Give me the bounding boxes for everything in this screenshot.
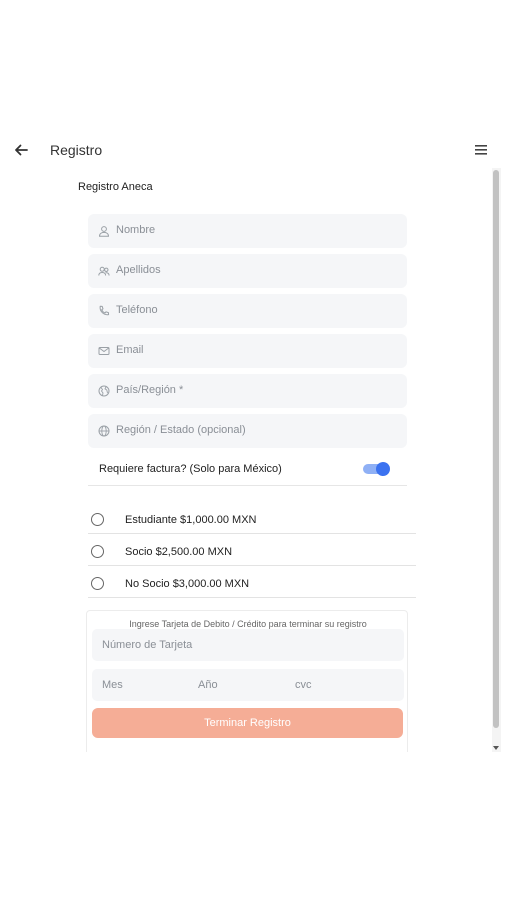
email-placeholder: Email (116, 344, 144, 356)
cvc-input[interactable]: cvc (295, 679, 312, 691)
app-window: Registro Registro Aneca Nombre Apellidos (3, 132, 501, 752)
arrow-left-icon[interactable] (12, 141, 30, 159)
submit-registration-button[interactable]: Terminar Registro (92, 708, 403, 738)
card-number-field[interactable]: Número de Tarjeta (92, 629, 404, 661)
invoice-toggle-label: Requiere factura? (Solo para México) (99, 463, 282, 475)
first-name-placeholder: Nombre (116, 224, 156, 236)
country-field[interactable]: País/Región * (88, 374, 407, 408)
scrollbar-thumb[interactable] (493, 170, 499, 728)
month-input[interactable]: Mes (102, 679, 123, 691)
app-header: Registro (3, 132, 501, 168)
option-label: No Socio $3,000.00 MXN (125, 578, 250, 590)
card-expiry-cvc-row: Mes Año cvc (92, 669, 404, 701)
year-input[interactable]: Año (198, 679, 218, 691)
last-name-placeholder: Apellidos (116, 264, 161, 276)
hamburger-menu-icon[interactable] (473, 143, 489, 157)
last-name-field[interactable]: Apellidos (88, 254, 407, 288)
phone-icon (99, 305, 110, 316)
option-label: Estudiante $1,000.00 MXN (125, 514, 257, 526)
invoice-toggle-switch[interactable] (363, 462, 390, 476)
radio-button[interactable] (91, 545, 104, 558)
page-title: Registro (50, 142, 103, 158)
invoice-toggle-row: Requiere factura? (Solo para México) (88, 450, 407, 486)
payment-caption: Ingrese Tarjeta de Debito / Crédito para… (129, 619, 367, 629)
option-label: Socio $2,500.00 MXN (125, 546, 233, 558)
toggle-knob (376, 462, 390, 476)
country-placeholder: País/Región * (116, 384, 184, 396)
option-estudiante[interactable]: Estudiante $1,000.00 MXN (88, 502, 416, 534)
globe-icon (98, 425, 110, 437)
radio-button[interactable] (91, 577, 104, 590)
form-subtitle: Registro Aneca (78, 181, 153, 193)
option-socio[interactable]: Socio $2,500.00 MXN (88, 534, 416, 566)
option-no-socio[interactable]: No Socio $3,000.00 MXN (88, 566, 416, 598)
card-number-placeholder: Número de Tarjeta (102, 639, 193, 651)
payment-card: Ingrese Tarjeta de Debito / Crédito para… (86, 610, 408, 752)
users-icon (98, 266, 110, 276)
first-name-field[interactable]: Nombre (88, 214, 407, 248)
globe-americas-icon (98, 385, 110, 397)
state-field[interactable]: Región / Estado (opcional) (88, 414, 407, 448)
user-icon (98, 226, 110, 237)
phone-placeholder: Teléfono (116, 304, 158, 316)
radio-button[interactable] (91, 513, 104, 526)
vertical-scrollbar[interactable] (492, 168, 501, 752)
scroll-down-arrow-icon[interactable] (493, 746, 499, 750)
state-placeholder: Región / Estado (opcional) (116, 424, 246, 436)
phone-field[interactable]: Teléfono (88, 294, 407, 328)
email-field[interactable]: Email (88, 334, 407, 368)
mail-icon (98, 347, 110, 355)
